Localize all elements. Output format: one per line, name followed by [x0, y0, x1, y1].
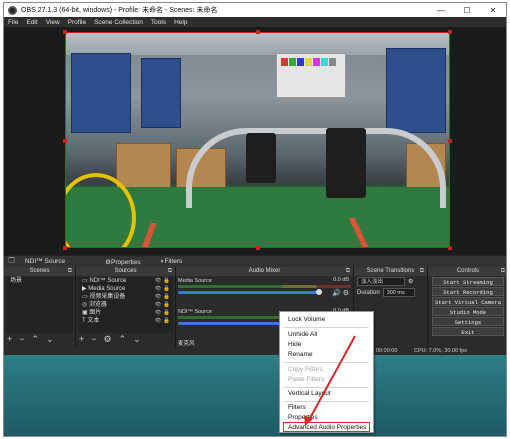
- start-recording-button[interactable]: Start Recording: [432, 287, 504, 296]
- move-up-icon[interactable]: ⌃: [32, 334, 40, 345]
- sources-list[interactable]: ▭ NDI™ Source 👁 🔒 ▶ Media Source 👁 🔒 ▭ 视频采…: [78, 277, 173, 333]
- dock-float-icon[interactable]: ⧉: [168, 267, 172, 276]
- menu-scene-collection[interactable]: Scene Collection: [94, 19, 143, 26]
- menu-view[interactable]: View: [46, 19, 60, 26]
- filters-item[interactable]: Filters: [288, 404, 306, 411]
- close-button[interactable]: ✕: [480, 6, 506, 15]
- dock-float-icon[interactable]: ⧉: [501, 267, 505, 276]
- menu-bar: File Edit View Profile Scene Collection …: [4, 17, 506, 27]
- controls-title: Controls: [456, 268, 480, 274]
- scenes-dock: Scenes ⧉ 场景 + − ⌃ ⌄: [4, 267, 76, 347]
- hide-item[interactable]: Hide: [288, 341, 301, 348]
- obs-logo-icon: [8, 5, 17, 15]
- paste-filters-item: Paste Filters: [288, 376, 325, 383]
- scenes-title: Scenes: [29, 268, 50, 274]
- volume-slider[interactable]: [178, 289, 322, 295]
- test-chart-image: [276, 53, 346, 98]
- duration-input[interactable]: 300 ms: [382, 288, 415, 297]
- remove-source-button[interactable]: −: [91, 334, 96, 345]
- visibility-icon[interactable]: 👁 🔒: [155, 293, 170, 301]
- gear-icon[interactable]: ⚙: [408, 278, 413, 285]
- duration-label: Duration: [357, 289, 380, 296]
- menu-file[interactable]: File: [8, 19, 18, 26]
- title-bar: OBS 27.1.3 (64-bit, windows) - Profile: …: [4, 3, 506, 17]
- visibility-icon[interactable]: 👁 🔒: [155, 285, 170, 293]
- audio-mixer-title: Audio Mixer: [248, 268, 281, 274]
- lock-volume-item[interactable]: Lock Volume: [288, 316, 325, 323]
- mixer-db-value: 0.0 dB: [333, 277, 349, 283]
- status-time: 00:00:00: [376, 348, 398, 354]
- source-toolbar: 🗔 NDI™ Source ⚙Properties ◐Filters: [4, 255, 506, 267]
- minimize-button[interactable]: —: [428, 6, 454, 15]
- source-item[interactable]: ▶ Media Source 👁 🔒: [78, 285, 173, 293]
- dock-float-icon[interactable]: ⧉: [346, 267, 350, 276]
- sources-dock: Sources ⧉ ▭ NDI™ Source 👁 🔒 ▶ Media Source…: [76, 267, 176, 347]
- sources-title: Sources: [114, 268, 137, 274]
- dock-float-icon[interactable]: ⧉: [420, 267, 424, 276]
- advanced-audio-properties-item[interactable]: Advanced Audio Properties: [288, 424, 366, 431]
- filters-label: Filters: [164, 258, 183, 265]
- source-video-frame[interactable]: [65, 32, 450, 248]
- gear-icon[interactable]: ⚙: [104, 334, 112, 345]
- status-bar: 00:00:00 CPU: 7.0%, 30.00 fps: [4, 347, 506, 355]
- move-up-icon[interactable]: ⌃: [119, 334, 127, 345]
- speaker-icon[interactable]: 🔊 ⚙: [332, 289, 349, 297]
- mixer-channel: Media Source 0.0 dB 🔊 ⚙: [178, 277, 351, 307]
- obs-window: OBS 27.1.3 (64-bit, windows) - Profile: …: [3, 2, 507, 437]
- properties-button[interactable]: ⚙Properties: [105, 258, 150, 266]
- controls-dock: Controls ⧉ Start Streaming Start Recordin…: [428, 267, 506, 347]
- filters-button[interactable]: ◐Filters: [161, 258, 193, 265]
- desktop-background: [4, 355, 506, 436]
- menu-tools[interactable]: Tools: [151, 19, 166, 26]
- volume-meter: [178, 285, 351, 288]
- visibility-icon[interactable]: 👁 🔒: [155, 309, 170, 317]
- copy-filters-item: Copy Filters: [288, 366, 323, 373]
- source-item[interactable]: ▭ NDI™ Source 👁 🔒: [78, 277, 173, 285]
- studio-mode-button[interactable]: Studio Mode: [432, 307, 504, 316]
- monitor-icon: 🗔: [8, 257, 16, 264]
- start-streaming-button[interactable]: Start Streaming: [432, 277, 504, 286]
- scenes-list[interactable]: 场景: [6, 277, 73, 333]
- dock-area: Scenes ⧉ 场景 + − ⌃ ⌄ Sources ⧉ ▭ NDI™ Sourc…: [4, 267, 506, 347]
- visibility-icon[interactable]: 👁 🔒: [155, 317, 170, 325]
- move-down-icon[interactable]: ⌄: [133, 334, 141, 345]
- move-down-icon[interactable]: ⌄: [46, 334, 54, 345]
- properties-label: Properties: [110, 258, 141, 266]
- source-item[interactable]: ◎ 浏览器 👁 🔒: [78, 301, 173, 309]
- dock-float-icon[interactable]: ⧉: [68, 267, 72, 276]
- context-menu: Lock Volume Unhide All Hide Rename Copy …: [279, 311, 374, 433]
- add-source-button[interactable]: +: [79, 334, 84, 345]
- properties-item[interactable]: Properties: [288, 414, 318, 421]
- menu-help[interactable]: Help: [174, 19, 187, 26]
- start-virtual-camera-button[interactable]: Start Virtual Camera: [432, 297, 504, 306]
- visibility-icon[interactable]: 👁 🔒: [155, 301, 170, 309]
- transitions-title: Scene Transitions: [366, 268, 415, 274]
- preview-canvas[interactable]: [4, 27, 506, 255]
- scene-item[interactable]: 场景: [6, 277, 73, 285]
- add-scene-button[interactable]: +: [7, 334, 12, 345]
- source-item[interactable]: ▣ 图片 👁 🔒: [78, 309, 173, 317]
- rename-item[interactable]: Rename: [288, 351, 313, 358]
- exit-button[interactable]: Exit: [432, 327, 504, 336]
- menu-profile[interactable]: Profile: [68, 19, 86, 26]
- settings-button[interactable]: Settings: [432, 317, 504, 326]
- menu-edit[interactable]: Edit: [26, 19, 37, 26]
- source-item[interactable]: ▭ 视频采集设备 👁 🔒: [78, 293, 173, 301]
- transition-select[interactable]: 淡入淡出: [357, 277, 405, 286]
- window-title: OBS 27.1.3 (64-bit, windows) - Profile: …: [21, 7, 218, 14]
- remove-scene-button[interactable]: −: [19, 334, 24, 345]
- vertical-layout-item[interactable]: Vertical Layout: [288, 390, 331, 397]
- unhide-all-item[interactable]: Unhide All: [288, 331, 317, 338]
- visibility-icon[interactable]: 👁 🔒: [155, 277, 170, 285]
- selected-source-label: NDI™ Source: [25, 258, 66, 265]
- source-item[interactable]: T 文本 👁 🔒: [78, 317, 173, 325]
- mixer-channel-name: Media Source: [178, 278, 212, 284]
- maximize-button[interactable]: ☐: [454, 6, 480, 15]
- mixer-channel-name: NDI™ Source: [178, 309, 212, 315]
- status-cpu: CPU: 7.0%, 30.00 fps: [414, 348, 467, 354]
